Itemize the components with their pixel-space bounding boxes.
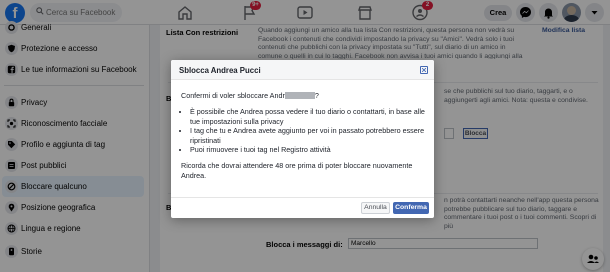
list-item: Puoi rimuovere i tuoi tag nel Registro a… [190,145,427,154]
dialog-question: Confermi di voler sbloccare Andr? [181,91,427,100]
cancel-button[interactable]: Annulla [361,202,390,214]
redacted-name [284,91,315,99]
dialog-title: Sblocca Andrea Pucci [179,66,261,75]
question-mark: ? [314,91,319,100]
close-button[interactable] [420,66,428,74]
consequence-list: È possibile che Andrea possa vedere il t… [181,107,427,154]
dialog-header: Sblocca Andrea Pucci [171,60,434,80]
close-icon [422,68,426,72]
list-item: I tag che tu e Andrea avete aggiunto per… [190,126,427,145]
confirm-button[interactable]: Conferma [393,202,429,214]
unblock-dialog: Sblocca Andrea Pucci Confermi di voler s… [171,60,434,218]
waiting-note: Ricorda che dovrai attendere 48 ore prim… [181,161,413,180]
dialog-body: Confermi di voler sbloccare Andr? È poss… [181,91,427,180]
list-item: È possibile che Andrea possa vedere il t… [190,107,427,126]
dialog-footer: Annulla Conferma [171,197,434,218]
question-text: Confermi di voler sbloccare Andr [181,91,285,100]
